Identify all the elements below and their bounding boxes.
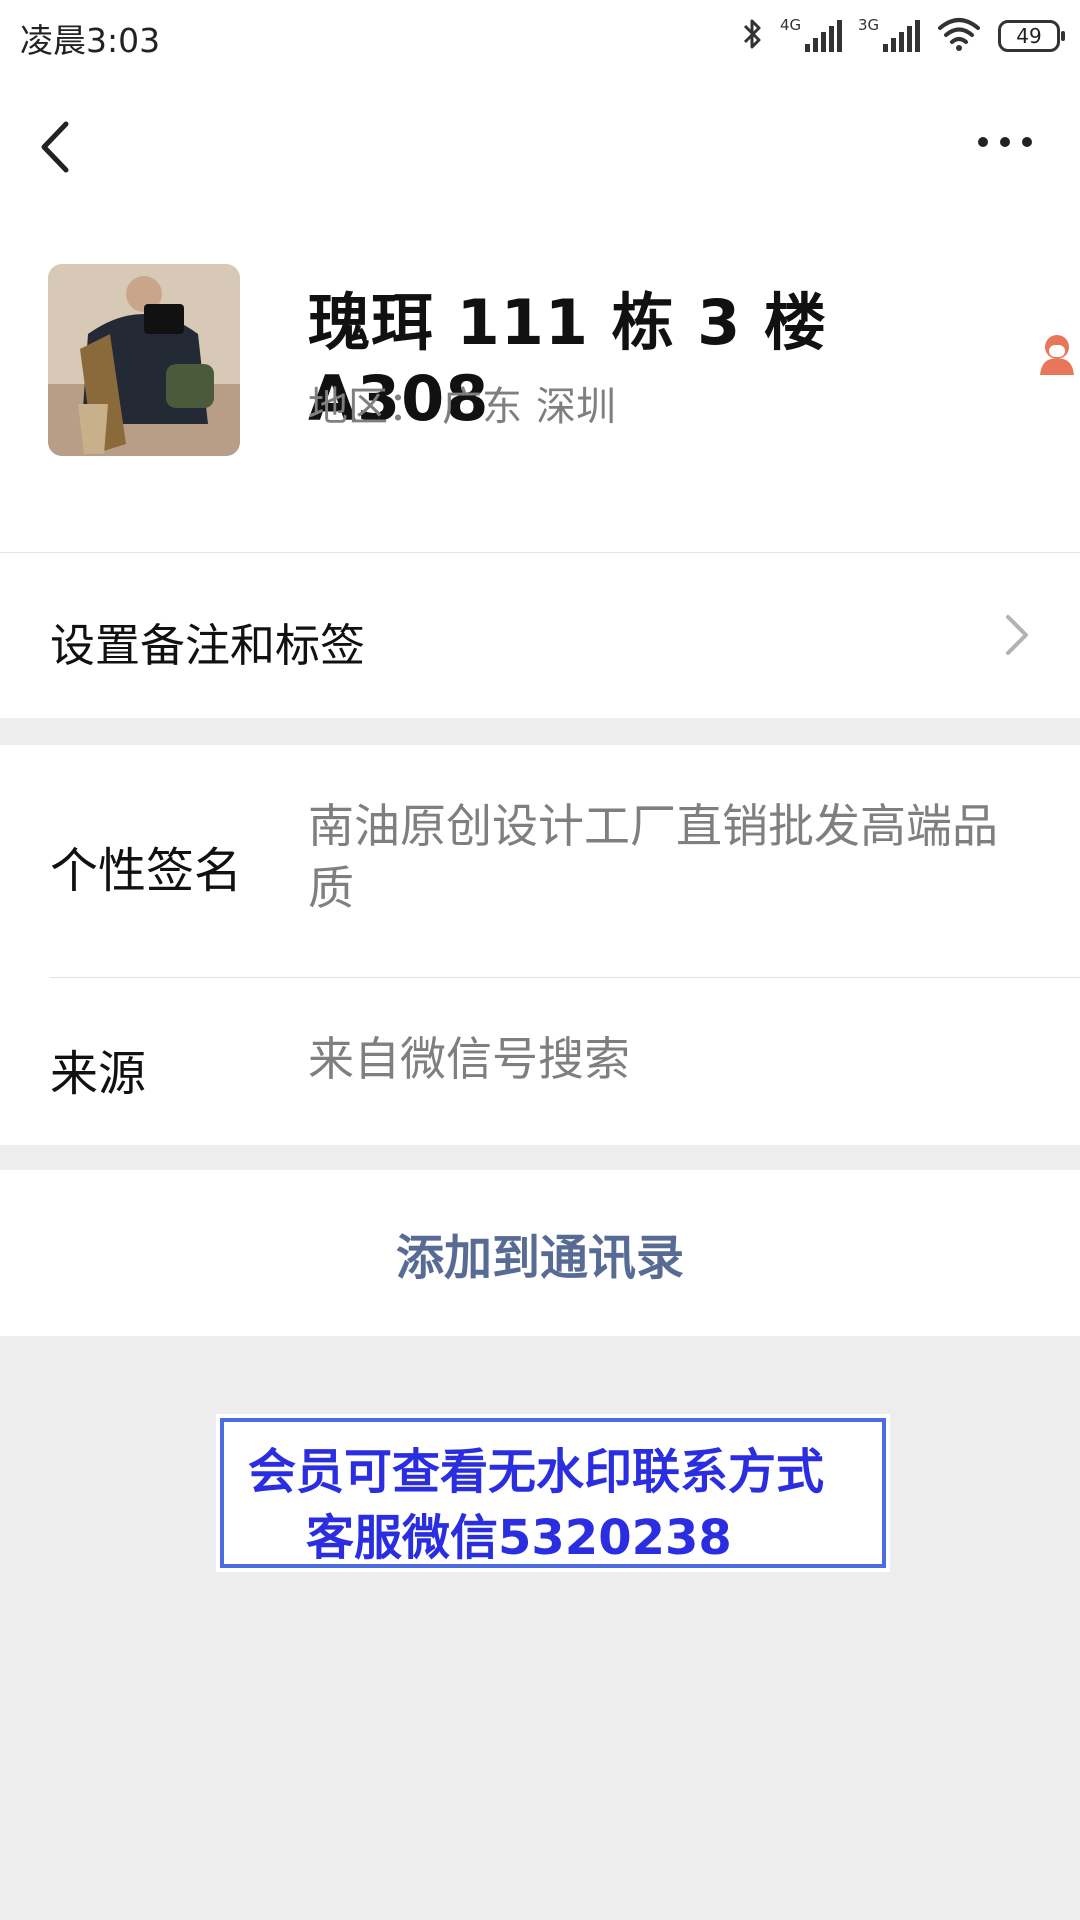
region: 地区： 广东 深圳 [308, 374, 616, 432]
avatar-photo [48, 264, 240, 456]
add-to-contacts-button[interactable]: 添加到通讯录 [0, 1170, 1080, 1336]
profile-header: 瑰珥 111 栋 3 楼 A308 地区： 广东 深圳 [0, 212, 1080, 553]
avatar[interactable] [48, 264, 240, 456]
cellular-signal-2-icon: 3G [858, 16, 920, 56]
region-city: 深圳 [536, 384, 616, 430]
wifi-icon [936, 16, 982, 56]
nav-bar [0, 72, 1080, 212]
network-type-4g: 4G [780, 16, 802, 34]
status-icons: 4G 3G 49 [742, 14, 1065, 58]
watermark-line-1: 会员可查看无水印联系方式 [248, 1444, 825, 1500]
source-row: 来源 来自微信号搜索 [0, 978, 1080, 1145]
more-dots-icon [978, 137, 1032, 147]
network-type-3g: 3G [858, 16, 880, 34]
watermark-notice: 会员可查看无水印联系方式 客服微信5320238 [220, 1418, 886, 1568]
signature-row: 个性签名 南油原创设计工厂直销批发高端品质 [0, 745, 1080, 977]
more-options-button[interactable] [970, 122, 1040, 162]
chevron-left-icon [41, 121, 69, 173]
source-value: 来自微信号搜索 [308, 1032, 630, 1086]
signature-label: 个性签名 [50, 843, 243, 899]
set-remark-label: 设置备注和标签 [50, 619, 366, 672]
status-bar: 凌晨3:03 4G 3G 49 [0, 0, 1080, 72]
chevron-right-icon [1006, 615, 1028, 655]
cellular-signal-icon: 4G [780, 16, 842, 56]
battery-indicator: 49 [998, 20, 1065, 52]
set-remark-and-tags-row[interactable]: 设置备注和标签 [0, 553, 1080, 718]
status-time: 凌晨3:03 [20, 21, 161, 60]
bluetooth-icon [742, 16, 764, 56]
region-province: 广东 [442, 384, 522, 430]
signature-value: 南油原创设计工厂直销批发高端品质 [308, 799, 998, 915]
battery-level: 49 [1016, 24, 1042, 48]
region-label: 地区： [308, 384, 428, 430]
watermark-line-2: 客服微信5320238 [306, 1510, 732, 1566]
back-button[interactable] [30, 112, 90, 182]
contact-profile-page: 凌晨3:03 4G 3G 49 瑰珥 111 栋 3 楼 A308 地区： 广东… [0, 0, 1080, 1920]
info-card: 个性签名 南油原创设计工厂直销批发高端品质 来源 来自微信号搜索 [0, 745, 1080, 1145]
female-icon [1034, 331, 1080, 377]
source-label: 来源 [50, 1046, 147, 1102]
